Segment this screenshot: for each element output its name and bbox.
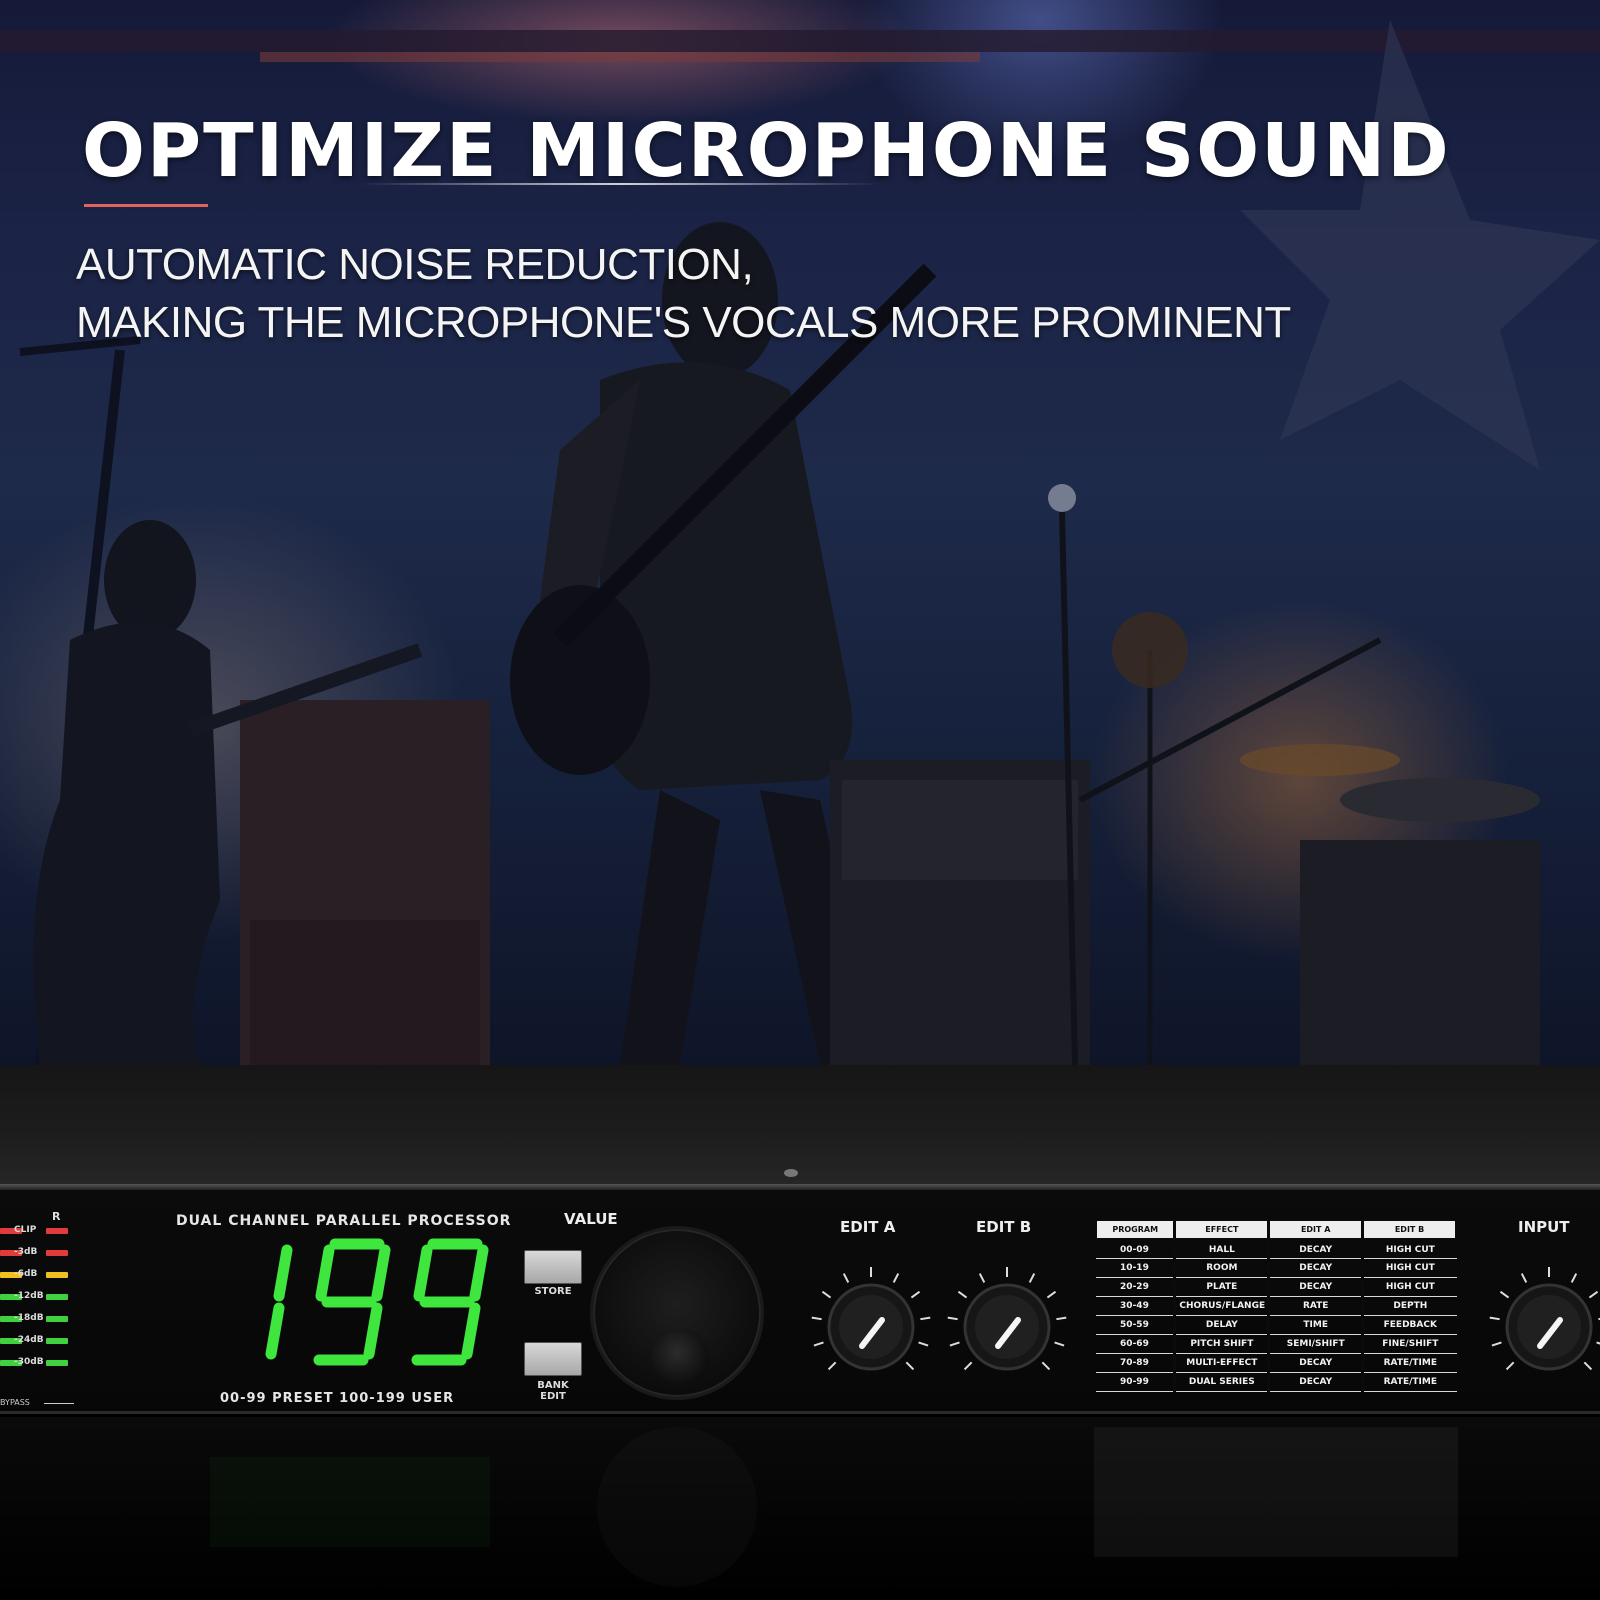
processor-title: DUAL CHANNEL PARALLEL PROCESSOR: [176, 1213, 512, 1229]
fx-table-cell: DECAY: [1267, 1353, 1363, 1373]
fx-table-cell: 50-59: [1095, 1315, 1175, 1335]
meter-led-right: [46, 1250, 68, 1256]
fx-table-cell: DUAL SERIES: [1173, 1372, 1269, 1392]
meter-led-right: [46, 1316, 68, 1322]
meter-row-label: -30dB: [14, 1357, 44, 1367]
edit-b-label: EDIT B: [976, 1218, 1032, 1236]
fx-table-cell: PITCH SHIFT: [1173, 1334, 1269, 1354]
meter-row: -6dB: [0, 1269, 80, 1280]
fx-table-row: 20-29 PLATE DECAY HIGH CUT: [1095, 1277, 1457, 1297]
device-reflection: [0, 1417, 1600, 1600]
meter-led-right: [46, 1294, 68, 1300]
input-label: INPUT: [1518, 1218, 1570, 1236]
input-knob[interactable]: [1484, 1262, 1600, 1392]
fx-table-row: 50-59 DELAY TIME FEEDBACK: [1095, 1315, 1457, 1335]
meter-row-label: CLIP: [14, 1225, 37, 1235]
fx-table-cell: DELAY: [1173, 1315, 1269, 1335]
value-knob[interactable]: [590, 1226, 764, 1400]
fx-table-cell: TIME: [1267, 1315, 1363, 1335]
fx-table-cell: RATE: [1267, 1296, 1363, 1316]
led-digit: [265, 1244, 293, 1360]
fx-table-cell: PLATE: [1173, 1277, 1269, 1297]
meter-led-right: [46, 1272, 68, 1278]
fx-table-cell: HIGH CUT: [1361, 1277, 1457, 1297]
fx-table-cell: ROOM: [1173, 1258, 1269, 1278]
fx-table-cell: 30-49: [1095, 1296, 1175, 1316]
fx-table-cell: HIGH CUT: [1361, 1239, 1457, 1259]
fx-table-row: 00-09 HALL DECAY HIGH CUT: [1095, 1239, 1457, 1259]
fx-table-cell: DECAY: [1267, 1239, 1363, 1259]
fx-table-cell: DECAY: [1267, 1258, 1363, 1278]
reflection-ghost: [597, 1427, 1458, 1587]
led-digit: [411, 1238, 489, 1366]
meter-right-channel-label: R: [52, 1210, 61, 1223]
value-knob-dimple: [651, 1329, 709, 1387]
subheadline-line-1: AUTOMATIC NOISE REDUCTION,: [76, 240, 754, 289]
bypass-label: BYPASS: [0, 1398, 74, 1407]
value-label: VALUE: [564, 1210, 618, 1228]
meter-row-label: -24dB: [14, 1335, 44, 1345]
fx-table-cell: 60-69: [1095, 1334, 1175, 1354]
fx-table-cell: RATE/TIME: [1361, 1353, 1457, 1373]
headline: OPTIMIZE MICROPHONE SOUND: [82, 108, 1451, 194]
fx-table-cell: RATE/TIME: [1361, 1372, 1457, 1392]
store-button[interactable]: [524, 1250, 582, 1284]
subheadline-line-2: MAKING THE MICROPHONE'S VOCALS MORE PROM…: [76, 298, 1291, 347]
bank-edit-button[interactable]: [524, 1342, 582, 1376]
meter-row: -12dB: [0, 1291, 80, 1302]
fx-table-row: 60-69 PITCH SHIFT SEMI/SHIFT FINE/SHIFT: [1095, 1334, 1457, 1354]
fx-table-header: EFFECT: [1173, 1218, 1271, 1241]
meter-row-label: -12dB: [14, 1291, 44, 1301]
store-button-label: STORE: [534, 1286, 572, 1297]
fx-table-cell: 10-19: [1095, 1258, 1175, 1278]
fx-table-cell: MULTI-EFFECT: [1173, 1353, 1269, 1373]
edit-b-knob[interactable]: [942, 1262, 1072, 1392]
fx-table-row: 90-99 DUAL SERIES DECAY RATE/TIME: [1095, 1372, 1457, 1392]
fx-table-row: 30-49 CHORUS/FLANGE RATE DEPTH: [1095, 1296, 1457, 1316]
fx-table-cell: CHORUS/FLANGE: [1173, 1296, 1269, 1316]
preset-range-label: 00-99 PRESET 100-199 USER: [220, 1391, 455, 1406]
fx-table-header: EDIT A: [1267, 1218, 1365, 1241]
device-chassis-top: [0, 1065, 1600, 1185]
fx-table-cell: DECAY: [1267, 1277, 1363, 1297]
meter-led-right: [46, 1360, 68, 1366]
meter-row: -30dB: [0, 1357, 80, 1368]
headline-underline: [84, 204, 208, 207]
fx-table-cell: DEPTH: [1361, 1296, 1457, 1316]
chassis-screw: [784, 1169, 798, 1177]
meter-row-label: -3dB: [14, 1247, 38, 1257]
fx-table-row: 10-19 ROOM DECAY HIGH CUT: [1095, 1258, 1457, 1278]
edit-label: EDIT: [540, 1391, 566, 1402]
fx-table-header: PROGRAM: [1093, 1218, 1177, 1241]
fx-table-cell: HALL: [1173, 1239, 1269, 1259]
meter-row: -18dB: [0, 1313, 80, 1324]
fx-table-cell: HIGH CUT: [1361, 1258, 1457, 1278]
fx-table-cell: 90-99: [1095, 1372, 1175, 1392]
fx-table-cell: 00-09: [1095, 1239, 1175, 1259]
meter-led-right: [46, 1338, 68, 1344]
edit-a-knob[interactable]: [806, 1262, 936, 1392]
meter-row-label: -6dB: [14, 1269, 38, 1279]
effects-program-table: PROGRAM EFFECT EDIT A EDIT B 00-09 HALL DECAY…: [1093, 1218, 1458, 1392]
bank-edit-button-label: BANK EDIT: [518, 1380, 588, 1402]
fx-table-header: EDIT B: [1361, 1218, 1458, 1241]
meter-led-right: [46, 1228, 68, 1234]
fx-table-cell: 70-89: [1095, 1353, 1175, 1373]
bank-label: BANK: [537, 1380, 569, 1391]
edit-a-label: EDIT A: [840, 1218, 896, 1236]
meter-row: -3dB: [0, 1247, 80, 1258]
led-digit: [313, 1238, 391, 1366]
headline-glow: [360, 183, 880, 185]
meter-row: -24dB: [0, 1335, 80, 1346]
fx-table-row: 70-89 MULTI-EFFECT DECAY RATE/TIME: [1095, 1353, 1457, 1373]
fx-table-cell: SEMI/SHIFT: [1267, 1334, 1363, 1354]
led-preset-display: [265, 1238, 489, 1366]
concert-photo: OPTIMIZE MICROPHONE SOUND AUTOMATIC NOIS…: [0, 0, 1600, 1065]
fx-table-cell: FINE/SHIFT: [1361, 1334, 1457, 1354]
fx-table-cell: FEEDBACK: [1361, 1315, 1457, 1335]
meter-row: CLIP: [0, 1225, 80, 1236]
fx-table-cell: DECAY: [1267, 1372, 1363, 1392]
fx-table-cell: 20-29: [1095, 1277, 1175, 1297]
meter-row-label: -18dB: [14, 1313, 44, 1323]
